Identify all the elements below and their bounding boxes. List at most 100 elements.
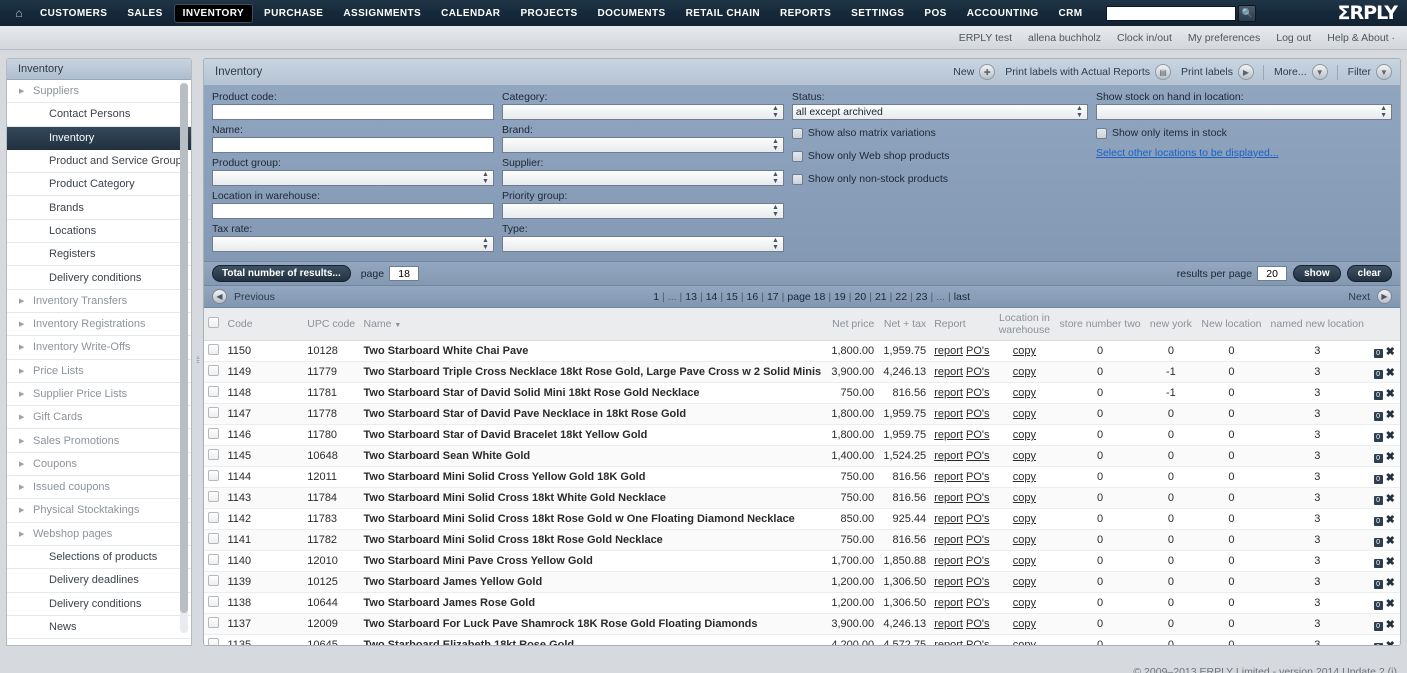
page-link[interactable]: 22 xyxy=(895,291,907,303)
purchase-orders-link[interactable]: PO's xyxy=(966,534,990,546)
row-checkbox[interactable] xyxy=(208,617,219,628)
copy-link[interactable]: copy xyxy=(1013,597,1036,609)
edit-icon[interactable]: 0 xyxy=(1373,537,1383,547)
copy-link[interactable]: copy xyxy=(1013,429,1036,441)
cell-name[interactable]: Two Starboard Elizabeth 18kt Rose Gold xyxy=(359,634,826,645)
nav-item-projects[interactable]: PROJECTS xyxy=(511,4,586,23)
filter-location-in-warehouse-input[interactable] xyxy=(212,203,494,219)
sidebar-item-product-and-service-groups[interactable]: Product and Service Groups xyxy=(7,150,191,174)
cell-name[interactable]: Two Starboard Star of David Pave Necklac… xyxy=(359,403,826,425)
sidebar-item-delivery-conditions[interactable]: Delivery conditions xyxy=(7,266,191,290)
delete-icon[interactable]: ✖ xyxy=(1386,388,1395,400)
table-row[interactable]: 1137 12009 Two Starboard For Luck Pave Sha… xyxy=(204,613,1400,635)
sidebar-item-delivery-conditions[interactable]: Delivery conditions xyxy=(7,593,191,616)
checkbox-show-also-matrix-variations[interactable] xyxy=(791,127,803,139)
cell-name[interactable]: Two Starboard Star of David Solid Mini 1… xyxy=(359,382,826,404)
cell-name[interactable]: Two Starboard Mini Pave Cross Yellow Gol… xyxy=(359,550,826,572)
sidebar-item-selections-of-products[interactable]: Selections of products xyxy=(7,546,191,570)
toolbar-filter-button[interactable]: Filter ▼ xyxy=(1348,64,1392,80)
subnav-item-clock-in-out[interactable]: Clock in/out xyxy=(1117,32,1172,44)
subnav-item-my-preferences[interactable]: My preferences xyxy=(1188,32,1260,44)
report-link[interactable]: report xyxy=(934,639,963,645)
filter-priority-group-select[interactable]: ▲ ▼ xyxy=(501,203,784,219)
edit-icon[interactable]: 0 xyxy=(1373,600,1383,610)
edit-icon[interactable]: 0 xyxy=(1373,474,1383,484)
cell-name[interactable]: Two Starboard Mini Solid Cross Yellow Go… xyxy=(359,466,826,488)
show-button[interactable]: show xyxy=(1293,265,1341,282)
results-per-page-input[interactable] xyxy=(1257,266,1288,281)
sidebar-item-gift-cards[interactable]: ▶ Gift Cards xyxy=(7,406,191,430)
purchase-orders-link[interactable]: PO's xyxy=(966,576,990,588)
copy-link[interactable]: copy xyxy=(1013,471,1036,483)
play-icon[interactable]: ▶ xyxy=(1237,64,1254,80)
total-results-button[interactable]: Total number of results... xyxy=(212,265,351,282)
edit-icon[interactable]: 0 xyxy=(1373,642,1383,645)
cell-name[interactable]: Two Starboard Triple Cross Necklace 18kt… xyxy=(359,361,826,383)
nav-item-customers[interactable]: CUSTOMERS xyxy=(31,4,116,23)
table-row[interactable]: 1147 11778 Two Starboard Star of David Pav… xyxy=(204,403,1400,425)
report-link[interactable]: report xyxy=(934,534,963,546)
row-checkbox[interactable] xyxy=(208,575,219,586)
nav-item-crm[interactable]: CRM xyxy=(1050,4,1092,23)
cell-name[interactable]: Two Starboard For Luck Pave Shamrock 18K… xyxy=(359,613,826,635)
report-link[interactable]: report xyxy=(934,429,963,441)
table-row[interactable]: 1149 11779 Two Starboard Triple Cross Neck… xyxy=(204,361,1400,383)
table-row[interactable]: 1139 10125 Two Starboard James Yellow Gold… xyxy=(204,571,1400,593)
edit-icon[interactable]: 0 xyxy=(1373,453,1383,463)
delete-icon[interactable]: ✖ xyxy=(1386,367,1395,379)
page-input[interactable] xyxy=(389,266,420,281)
column-code[interactable]: Code xyxy=(223,308,304,341)
delete-icon[interactable]: ✖ xyxy=(1386,430,1395,442)
edit-icon[interactable]: 0 xyxy=(1373,411,1383,421)
nav-item-purchase[interactable]: PURCHASE xyxy=(255,4,332,23)
delete-icon[interactable]: ✖ xyxy=(1386,346,1395,358)
delete-icon[interactable]: ✖ xyxy=(1386,598,1395,610)
nav-item-retail-chain[interactable]: RETAIL CHAIN xyxy=(677,4,769,23)
table-row[interactable]: 1148 11781 Two Starboard Star of David Sol… xyxy=(204,382,1400,404)
next-page-icon[interactable]: ▶ xyxy=(1377,289,1392,304)
search-icon[interactable]: 🔍 xyxy=(1238,4,1257,22)
report-link[interactable]: report xyxy=(934,555,963,567)
delete-icon[interactable]: ✖ xyxy=(1386,493,1395,505)
sidebar-collapse-handle[interactable]: ⁞⁞ xyxy=(192,58,203,662)
purchase-orders-link[interactable]: PO's xyxy=(966,366,990,378)
row-checkbox[interactable] xyxy=(208,365,219,376)
subnav-item-log-out[interactable]: Log out xyxy=(1276,32,1311,44)
page-link[interactable]: 16 xyxy=(747,291,759,303)
copy-link[interactable]: copy xyxy=(1013,576,1036,588)
page-link[interactable]: 19 xyxy=(834,291,846,303)
copy-link[interactable]: copy xyxy=(1013,345,1036,357)
delete-icon[interactable]: ✖ xyxy=(1386,514,1395,526)
row-checkbox[interactable] xyxy=(208,512,219,523)
copy-link[interactable]: copy xyxy=(1013,408,1036,420)
nav-item-reports[interactable]: REPORTS xyxy=(771,4,840,23)
subnav-item-erply-test[interactable]: ERPLY test xyxy=(959,32,1012,44)
status-select[interactable]: all except archived ▲ ▼ xyxy=(791,104,1088,120)
delete-icon[interactable]: ✖ xyxy=(1386,577,1395,589)
nav-item-accounting[interactable]: ACCOUNTING xyxy=(958,4,1048,23)
page-link[interactable]: 21 xyxy=(875,291,887,303)
toolbar-print-labels-button[interactable]: Print labels ▶ xyxy=(1181,64,1254,80)
select-other-locations-link[interactable]: Select other locations to be displayed..… xyxy=(1096,147,1392,159)
nav-item-inventory[interactable]: INVENTORY xyxy=(173,3,254,23)
delete-icon[interactable]: ✖ xyxy=(1386,640,1395,646)
previous-page-icon[interactable]: ◀ xyxy=(212,289,227,304)
cell-name[interactable]: Two Starboard James Rose Gold xyxy=(359,592,826,614)
cell-name[interactable]: Two Starboard White Chai Pave xyxy=(359,340,826,362)
sidebar-item-price-lists[interactable]: ▶ Price Lists xyxy=(7,360,191,383)
nav-item-settings[interactable]: SETTINGS xyxy=(842,4,913,23)
purchase-orders-link[interactable]: PO's xyxy=(966,471,990,483)
edit-icon[interactable]: 0 xyxy=(1373,369,1383,379)
report-link[interactable]: report xyxy=(934,471,963,483)
delete-icon[interactable]: ✖ xyxy=(1386,409,1395,421)
checkbox-show-only-web-shop-products[interactable] xyxy=(791,150,803,162)
checkbox-show-only-non-stock-products[interactable] xyxy=(791,173,803,185)
sidebar-item-contact-persons[interactable]: Contact Persons xyxy=(7,103,191,127)
column-store-number-two[interactable]: store number two xyxy=(1055,308,1145,341)
column-report[interactable]: Report xyxy=(930,308,994,341)
purchase-orders-link[interactable]: PO's xyxy=(966,639,990,645)
filter-tax-rate-select[interactable]: ▲ ▼ xyxy=(212,236,494,252)
sidebar-item-inventory-registrations[interactable]: ▶ Inventory Registrations xyxy=(7,313,191,337)
filter-type-select[interactable]: ▲ ▼ xyxy=(501,236,784,252)
edit-icon[interactable]: 0 xyxy=(1373,579,1383,589)
